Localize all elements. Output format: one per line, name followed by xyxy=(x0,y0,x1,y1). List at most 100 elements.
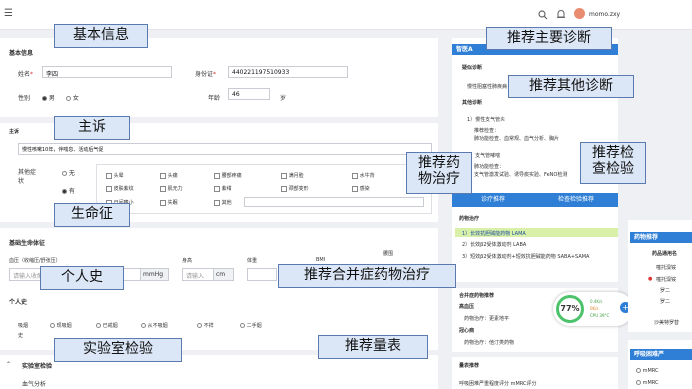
drug-section-title: 药物治疗 xyxy=(459,216,480,222)
blood-gas-label: 血气分析 xyxy=(22,381,47,388)
scale-option[interactable]: mMRC xyxy=(636,368,659,374)
drug-recommend-title: 药物推荐 xyxy=(630,232,692,243)
recommend-check-label: 推荐检查： xyxy=(474,128,500,134)
menu-icon[interactable]: ☰ xyxy=(4,8,13,19)
bell-icon[interactable] xyxy=(556,9,566,20)
net-up: 0.4K/s xyxy=(590,299,603,304)
symptom-checkbox[interactable]: 水牛背 xyxy=(352,172,375,179)
symptom-checkbox[interactable]: 头晕 xyxy=(106,172,124,179)
alert-icon: ● xyxy=(648,276,653,282)
divider xyxy=(452,352,618,357)
weight-label: 体重 xyxy=(247,258,258,264)
main-diagnosis-value: 慢性阻塞性肺疾病 xyxy=(467,84,508,90)
symptom-checkbox[interactable]: 头痛 xyxy=(160,172,178,179)
name-label: 姓名* xyxy=(18,71,34,78)
search-icon[interactable] xyxy=(538,10,548,20)
symptom-checkbox[interactable]: 满月脸 xyxy=(281,172,304,179)
scale-section-title: 量表推荐 xyxy=(459,363,480,369)
section-title-lab[interactable]: 实验室检验 xyxy=(22,361,52,370)
symptoms-yes-option[interactable]: 有 xyxy=(62,186,75,195)
section-title-personal: 个人史 xyxy=(9,299,28,306)
callout-exam: 推荐检 查检验 xyxy=(580,142,646,184)
callout-drug: 推荐药 物治疗 xyxy=(406,152,472,194)
comorbid-section-title: 合并症药物推荐 xyxy=(459,293,495,299)
drug-item[interactable]: 3）短效β2受体激动剂+短效抗胆碱能药物 SABA+SAMA xyxy=(462,253,589,260)
symptom-checkbox[interactable]: 皮肤紫纹 xyxy=(106,185,134,192)
age-unit: 岁 xyxy=(280,95,287,102)
drug-item[interactable]: 2）长效β2受体激动剂 LABA xyxy=(462,241,526,248)
name-input[interactable]: 李四 xyxy=(42,66,172,78)
check-list: 肺功能检查、血常规、血气分析、胸片 xyxy=(474,136,560,142)
cpu-temp: CPU 39°C xyxy=(590,313,610,318)
smoking-option[interactable]: 不祥 xyxy=(197,322,214,329)
drug-name-item: 罗二 xyxy=(660,299,671,305)
other-symptom-input[interactable] xyxy=(244,197,424,207)
divider xyxy=(452,282,618,288)
bp-label: 血压（收缩压/舒张压） xyxy=(9,258,61,264)
check-list: 肺功能检查： xyxy=(474,164,505,170)
scale-panel-title: 呼吸困难严 xyxy=(630,349,692,360)
smoking-label: 吸烟史 xyxy=(18,323,29,339)
smoking-option[interactable]: 二手烟 xyxy=(240,322,262,329)
symptom-checkbox[interactable]: 紫绀 xyxy=(214,185,232,192)
id-label: 身份证* xyxy=(195,71,217,78)
drug-name-item: 沙美特罗替 xyxy=(654,320,680,326)
other-diagnosis-label: 其他诊断 xyxy=(462,100,483,106)
complaint-input[interactable]: 慢性咳嗽10年，伴喘息、活动后气促 xyxy=(18,143,432,155)
callout-vitals: 生命征 xyxy=(54,203,130,227)
height-unit: cm xyxy=(214,268,234,281)
hypertension-label: 高血压 xyxy=(459,304,475,310)
waist-label: 腰围 xyxy=(383,251,394,257)
tab-drug-recommend[interactable]: 诊疗推荐 xyxy=(452,193,534,207)
net-down: 0K/s xyxy=(590,306,599,311)
drug-item[interactable]: 1）长效抗胆碱能药物 LAMA xyxy=(462,230,526,237)
smoking-option[interactable]: 现吸烟 xyxy=(50,322,72,329)
callout-scale: 推荐量表 xyxy=(318,335,428,359)
other-diagnosis-item: 1）慢性支气管炎 xyxy=(467,117,506,123)
callout-basic-info: 基本信息 xyxy=(54,24,148,48)
username[interactable]: momo.zxy xyxy=(589,11,620,18)
symptom-checkbox[interactable]: 颈部变形 xyxy=(281,185,309,192)
heart-label: 冠心病 xyxy=(459,328,475,334)
drug-name-item: 噻托溴铵 xyxy=(656,277,677,283)
weight-input[interactable] xyxy=(247,268,277,281)
callout-personal: 个人史 xyxy=(40,266,124,290)
gender-male-option[interactable]: 男 xyxy=(42,93,55,102)
other-symptoms-label: 其他症状 xyxy=(18,169,37,185)
heart-drug: 药物治疗：他汀类药物 xyxy=(464,340,515,346)
height-label: 身高 xyxy=(182,258,193,264)
chevron-up-icon[interactable]: ⌃ xyxy=(6,361,11,368)
drug-name-item: 噻托溴铵 xyxy=(656,265,677,271)
height-input[interactable]: 请输入 xyxy=(182,268,214,281)
section-title-complaint: 主诉 xyxy=(9,129,20,135)
drug-name-header: 药品通用名 xyxy=(652,251,678,257)
check-list: 支气管激发试验、诱导痰实验、FeNO检测 xyxy=(474,172,568,178)
symptom-checkbox[interactable]: 失眠 xyxy=(160,199,178,206)
callout-complaint: 主诉 xyxy=(54,116,130,140)
callout-comorbid: 推荐合并症药物治疗 xyxy=(278,264,456,288)
age-label: 年龄 xyxy=(208,95,221,102)
gender-female-option[interactable]: 女 xyxy=(66,93,79,102)
gender-label: 性别 xyxy=(18,95,31,102)
tab-exam-recommend[interactable]: 检查检验推荐 xyxy=(534,193,618,207)
main-diagnosis-label: 疑似诊断 xyxy=(462,65,483,71)
smoking-option[interactable]: 从不吸烟 xyxy=(141,322,168,329)
section-title-basic: 基本信息 xyxy=(9,50,34,57)
usage-gauge: 77% xyxy=(556,295,584,323)
bp-unit: mmHg xyxy=(141,268,169,281)
callout-other-diagnosis: 推荐其他诊断 xyxy=(508,75,634,98)
symptom-checkbox[interactable]: 感染 xyxy=(352,185,370,192)
symptom-checkbox[interactable]: 腰部疼痛 xyxy=(214,172,242,179)
symptoms-none-option[interactable]: 无 xyxy=(62,168,75,177)
age-input[interactable]: 46 xyxy=(228,88,270,100)
bmi-label: BMI xyxy=(316,257,326,263)
symptom-checkbox[interactable]: 其他 xyxy=(214,199,232,206)
smoking-option[interactable]: 已戒烟 xyxy=(96,322,118,329)
section-title-vitals: 基础生命体征 xyxy=(9,240,46,247)
hypertension-drug: 药物治疗：更素地平 xyxy=(464,316,510,322)
scale-option[interactable]: mMRC xyxy=(636,380,659,386)
id-input[interactable]: 440221197510933 xyxy=(228,66,348,78)
scale-item[interactable]: 呼吸困难严重程度评分 mMRC评分 xyxy=(459,380,537,387)
avatar[interactable] xyxy=(574,8,585,19)
symptom-checkbox[interactable]: 肌无力 xyxy=(160,185,183,192)
